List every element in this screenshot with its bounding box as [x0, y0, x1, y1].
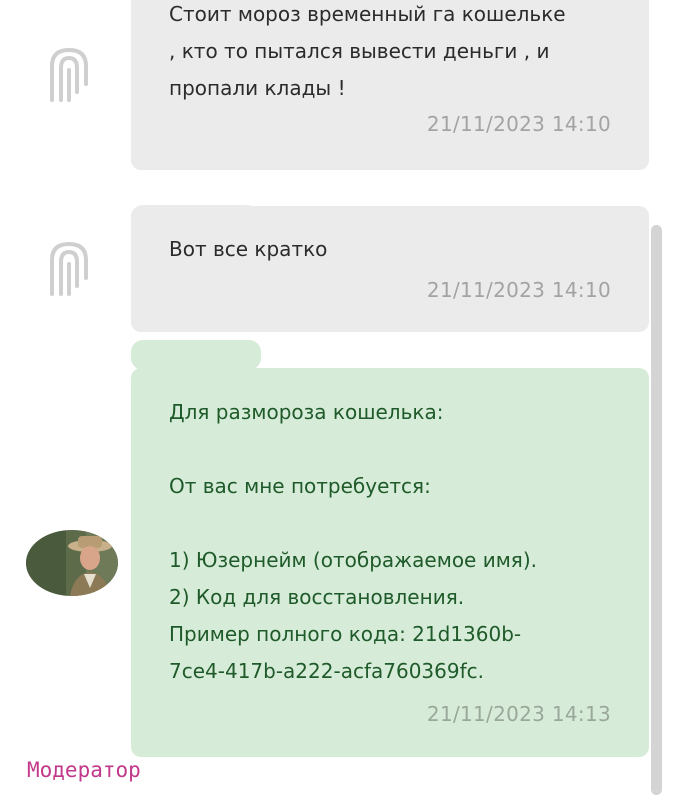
- message-bubble: Вот все кратко 21/11/2023 14:10: [131, 206, 649, 332]
- moderator-role-label: Модератор: [27, 758, 141, 782]
- chat-window: Стоит мороз временный га кошельке , кто …: [0, 0, 690, 800]
- message-timestamp: 21/11/2023 14:10: [426, 112, 611, 136]
- message-timestamp: 21/11/2023 14:10: [426, 278, 611, 302]
- user-avatar-icon: [46, 44, 92, 102]
- user-avatar-icon: [46, 238, 92, 296]
- bubble-tail: [131, 340, 261, 370]
- message-timestamp: 21/11/2023 14:13: [426, 702, 611, 726]
- message-bubble: Стоит мороз временный га кошельке , кто …: [131, 0, 649, 170]
- scrollbar[interactable]: [651, 225, 662, 795]
- message-bubble: Для разморозa кошелька: От вас мне потре…: [131, 368, 649, 757]
- message-text: Вот все кратко: [169, 237, 328, 261]
- moderator-avatar[interactable]: [26, 530, 118, 596]
- message-text: Стоит мороз временный га кошельке , кто …: [169, 2, 566, 100]
- message-text: Для разморозa кошелька: От вас мне потре…: [169, 400, 537, 683]
